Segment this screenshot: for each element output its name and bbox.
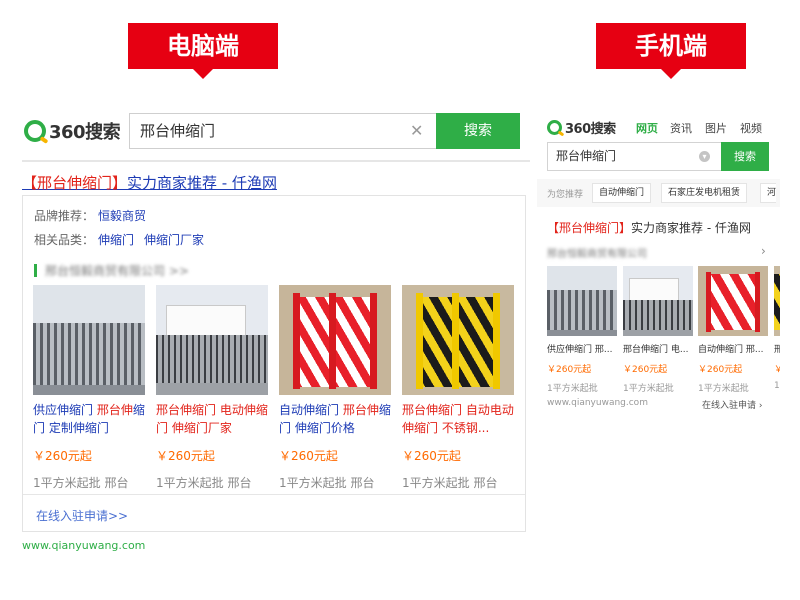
mobile-search-button[interactable]: 搜索	[721, 142, 769, 171]
clear-icon[interactable]: ✕	[410, 121, 423, 140]
product-price: ￥260元起	[623, 365, 668, 375]
product-card[interactable]: 自动伸缩门 邢... ￥260元起 1平方米起批	[698, 266, 768, 394]
related-label: 相关品类：	[34, 233, 95, 247]
product-price: ￥260元起	[547, 365, 592, 375]
apply-link[interactable]: 在线入驻申请 ›	[702, 398, 762, 411]
product-card[interactable]: 邢 ￥ 1	[774, 266, 780, 391]
product-image[interactable]	[279, 285, 391, 395]
pc-callout-text: 电脑端	[167, 32, 239, 60]
related-link[interactable]: 伸缩门厂家	[144, 233, 204, 247]
360-logo-icon	[24, 120, 46, 142]
product-name[interactable]: 邢台伸缩门 电...	[623, 342, 693, 355]
title-keyword: 【邢台伸缩门】	[22, 174, 128, 192]
pc-result-title-link[interactable]: 【邢台伸缩门】实力商家推荐 - 仟渔网	[22, 172, 277, 193]
mobile-callout-label: 手机端	[596, 23, 746, 79]
title-keyword: 【邢台伸缩门】	[547, 221, 632, 235]
recommend-chip[interactable]: 石家庄发电机租赁	[661, 183, 748, 203]
tab-news[interactable]: 资讯	[670, 120, 692, 136]
product-price: ￥260元起	[279, 449, 338, 463]
product-price: ￥260元起	[33, 449, 92, 463]
product-name[interactable]: 供应伸缩门 邢...	[547, 342, 617, 355]
product-card[interactable]: 邢台伸缩门 电... ￥260元起 1平方米起批	[623, 266, 693, 394]
product-name[interactable]: 邢	[774, 342, 780, 355]
recommend-chip[interactable]: 河	[760, 183, 777, 203]
accent-bar	[34, 264, 37, 277]
product-image[interactable]	[33, 285, 145, 395]
product-image[interactable]	[623, 266, 693, 336]
product-card[interactable]: 供应伸缩门 邢台伸缩门 定制伸缩门 ￥260元起 1平方米起批 邢台	[33, 285, 145, 491]
mobile-callout-text: 手机端	[635, 32, 707, 60]
chevron-right-icon[interactable]: ›	[761, 244, 766, 258]
brand-link[interactable]: 恒毅商贸	[98, 209, 146, 223]
shop-name: 邢台恒毅商贸有限公司 >>	[45, 264, 189, 278]
title-rest: 实力商家推荐 - 仟渔网	[127, 174, 277, 192]
mobile-product-strip[interactable]: 供应伸缩门 邢... ￥260元起 1平方米起批 邢台伸缩门 电... ￥260…	[537, 260, 780, 410]
divider	[22, 160, 530, 162]
product-image[interactable]	[547, 266, 617, 336]
pc-360-logo[interactable]: 360搜索	[24, 118, 121, 144]
tab-video[interactable]: 视频	[740, 120, 762, 136]
product-card[interactable]: 邢台伸缩门 自动电动伸缩门 不锈钢... ￥260元起 1平方米起批 邢台	[402, 285, 514, 491]
mobile-360-logo[interactable]: 360搜索	[547, 118, 616, 137]
product-name[interactable]: 邢台伸缩门 自动电动伸缩门 不锈钢...	[402, 401, 514, 437]
brand-label: 品牌推荐：	[34, 209, 95, 223]
tab-images[interactable]: 图片	[705, 120, 727, 136]
shop-name[interactable]: 邢台恒毅商贸有限公司	[547, 245, 647, 260]
shop-link[interactable]: 邢台恒毅商贸有限公司 >>	[34, 262, 189, 279]
product-meta: 1平方米起批	[547, 384, 598, 394]
360-logo-icon	[547, 120, 562, 135]
mobile-search-input[interactable]: 邢台伸缩门	[547, 142, 722, 171]
result-url[interactable]: www.qianyuwang.com	[22, 539, 145, 552]
mobile-result-title-link[interactable]: 【邢台伸缩门】实力商家推荐 - 仟渔网	[547, 219, 751, 236]
product-name[interactable]: 自动伸缩门 邢...	[698, 342, 768, 355]
product-image[interactable]	[156, 285, 268, 395]
logo-text: 360搜索	[565, 122, 616, 137]
product-image[interactable]	[774, 266, 780, 336]
clear-icon[interactable]: ▾	[699, 151, 710, 162]
brand-row: 品牌推荐： 恒毅商贸	[34, 207, 146, 224]
related-row: 相关品类： 伸缩门 伸缩门厂家	[34, 231, 204, 248]
product-price: ￥260元起	[698, 365, 743, 375]
pc-search-input[interactable]: 邢台伸缩门	[129, 113, 437, 149]
tab-web[interactable]: 网页	[636, 120, 658, 136]
product-name[interactable]: 自动伸缩门 邢台伸缩门 伸缩门价格	[279, 401, 391, 437]
product-name[interactable]: 邢台伸缩门 电动伸缩门 伸缩门厂家	[156, 401, 268, 437]
pc-search-button[interactable]: 搜索	[436, 113, 520, 149]
pc-callout-label: 电脑端	[128, 23, 278, 79]
apply-link[interactable]: 在线入驻申请>>	[36, 507, 128, 524]
result-url[interactable]: www.qianyuwang.com	[547, 398, 648, 408]
product-price: ￥	[774, 365, 780, 375]
product-image[interactable]	[402, 285, 514, 395]
product-card[interactable]: 邢台伸缩门 电动伸缩门 伸缩门厂家 ￥260元起 1平方米起批 邢台	[156, 285, 268, 491]
callout-pointer	[661, 69, 681, 79]
product-meta: 1平方米起批	[698, 384, 749, 394]
product-meta: 1平方米起批 邢台	[156, 476, 252, 490]
product-card[interactable]: 自动伸缩门 邢台伸缩门 伸缩门价格 ￥260元起 1平方米起批 邢台	[279, 285, 391, 491]
product-meta: 1平方米起批 邢台	[279, 476, 375, 490]
product-card[interactable]: 供应伸缩门 邢... ￥260元起 1平方米起批	[547, 266, 617, 394]
pc-result-card: 品牌推荐： 恒毅商贸 相关品类： 伸缩门 伸缩门厂家 邢台恒毅商贸有限公司 >> 供应…	[22, 195, 526, 532]
recommend-label: 为您推荐	[547, 190, 584, 200]
product-meta: 1	[774, 381, 780, 391]
product-name[interactable]: 供应伸缩门 邢台伸缩门 定制伸缩门	[33, 401, 145, 437]
product-meta: 1平方米起批	[623, 384, 674, 394]
product-image[interactable]	[698, 266, 768, 336]
product-price: ￥260元起	[402, 449, 461, 463]
related-link[interactable]: 伸缩门	[98, 233, 134, 247]
title-rest: 实力商家推荐 - 仟渔网	[631, 221, 751, 235]
divider	[23, 494, 525, 495]
product-meta: 1平方米起批 邢台	[402, 476, 498, 490]
logo-text: 360搜索	[49, 122, 121, 143]
callout-pointer	[193, 69, 213, 79]
recommend-chip[interactable]: 自动伸缩门	[592, 183, 652, 203]
product-price: ￥260元起	[156, 449, 215, 463]
product-meta: 1平方米起批 邢台	[33, 476, 129, 490]
